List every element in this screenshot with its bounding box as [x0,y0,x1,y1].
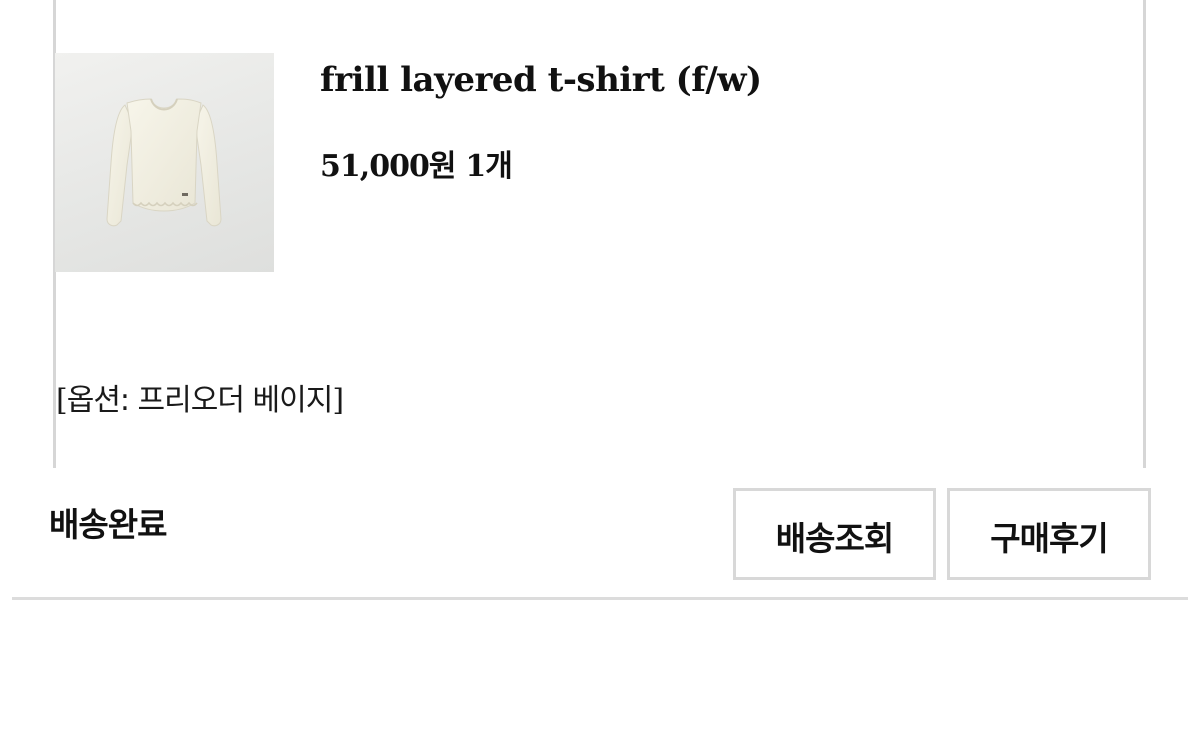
option-label: 옵션: 프리오더 베이지 [66,383,334,418]
section-divider [12,597,1188,600]
product-thumbnail[interactable] [55,53,274,272]
option-close-bracket: ] [332,383,344,418]
price-quantity: 51,000원 1개 [320,147,513,187]
delivery-status: 배송완료 [49,505,167,544]
track-delivery-button[interactable]: 배송조회 [733,488,936,580]
order-list-page: frill layered t-shirt (f/w) 51,000원 1개 [옵… [0,0,1200,751]
option-open-bracket: [ [56,383,68,418]
product-option: [옵션: 프리오더 베이지] [56,379,344,423]
tshirt-icon [106,98,222,227]
product-quantity: 1개 [465,149,512,184]
product-name[interactable]: frill layered t-shirt (f/w) [320,58,762,102]
write-review-button[interactable]: 구매후기 [947,488,1151,580]
product-price: 51,000원 [320,149,456,184]
